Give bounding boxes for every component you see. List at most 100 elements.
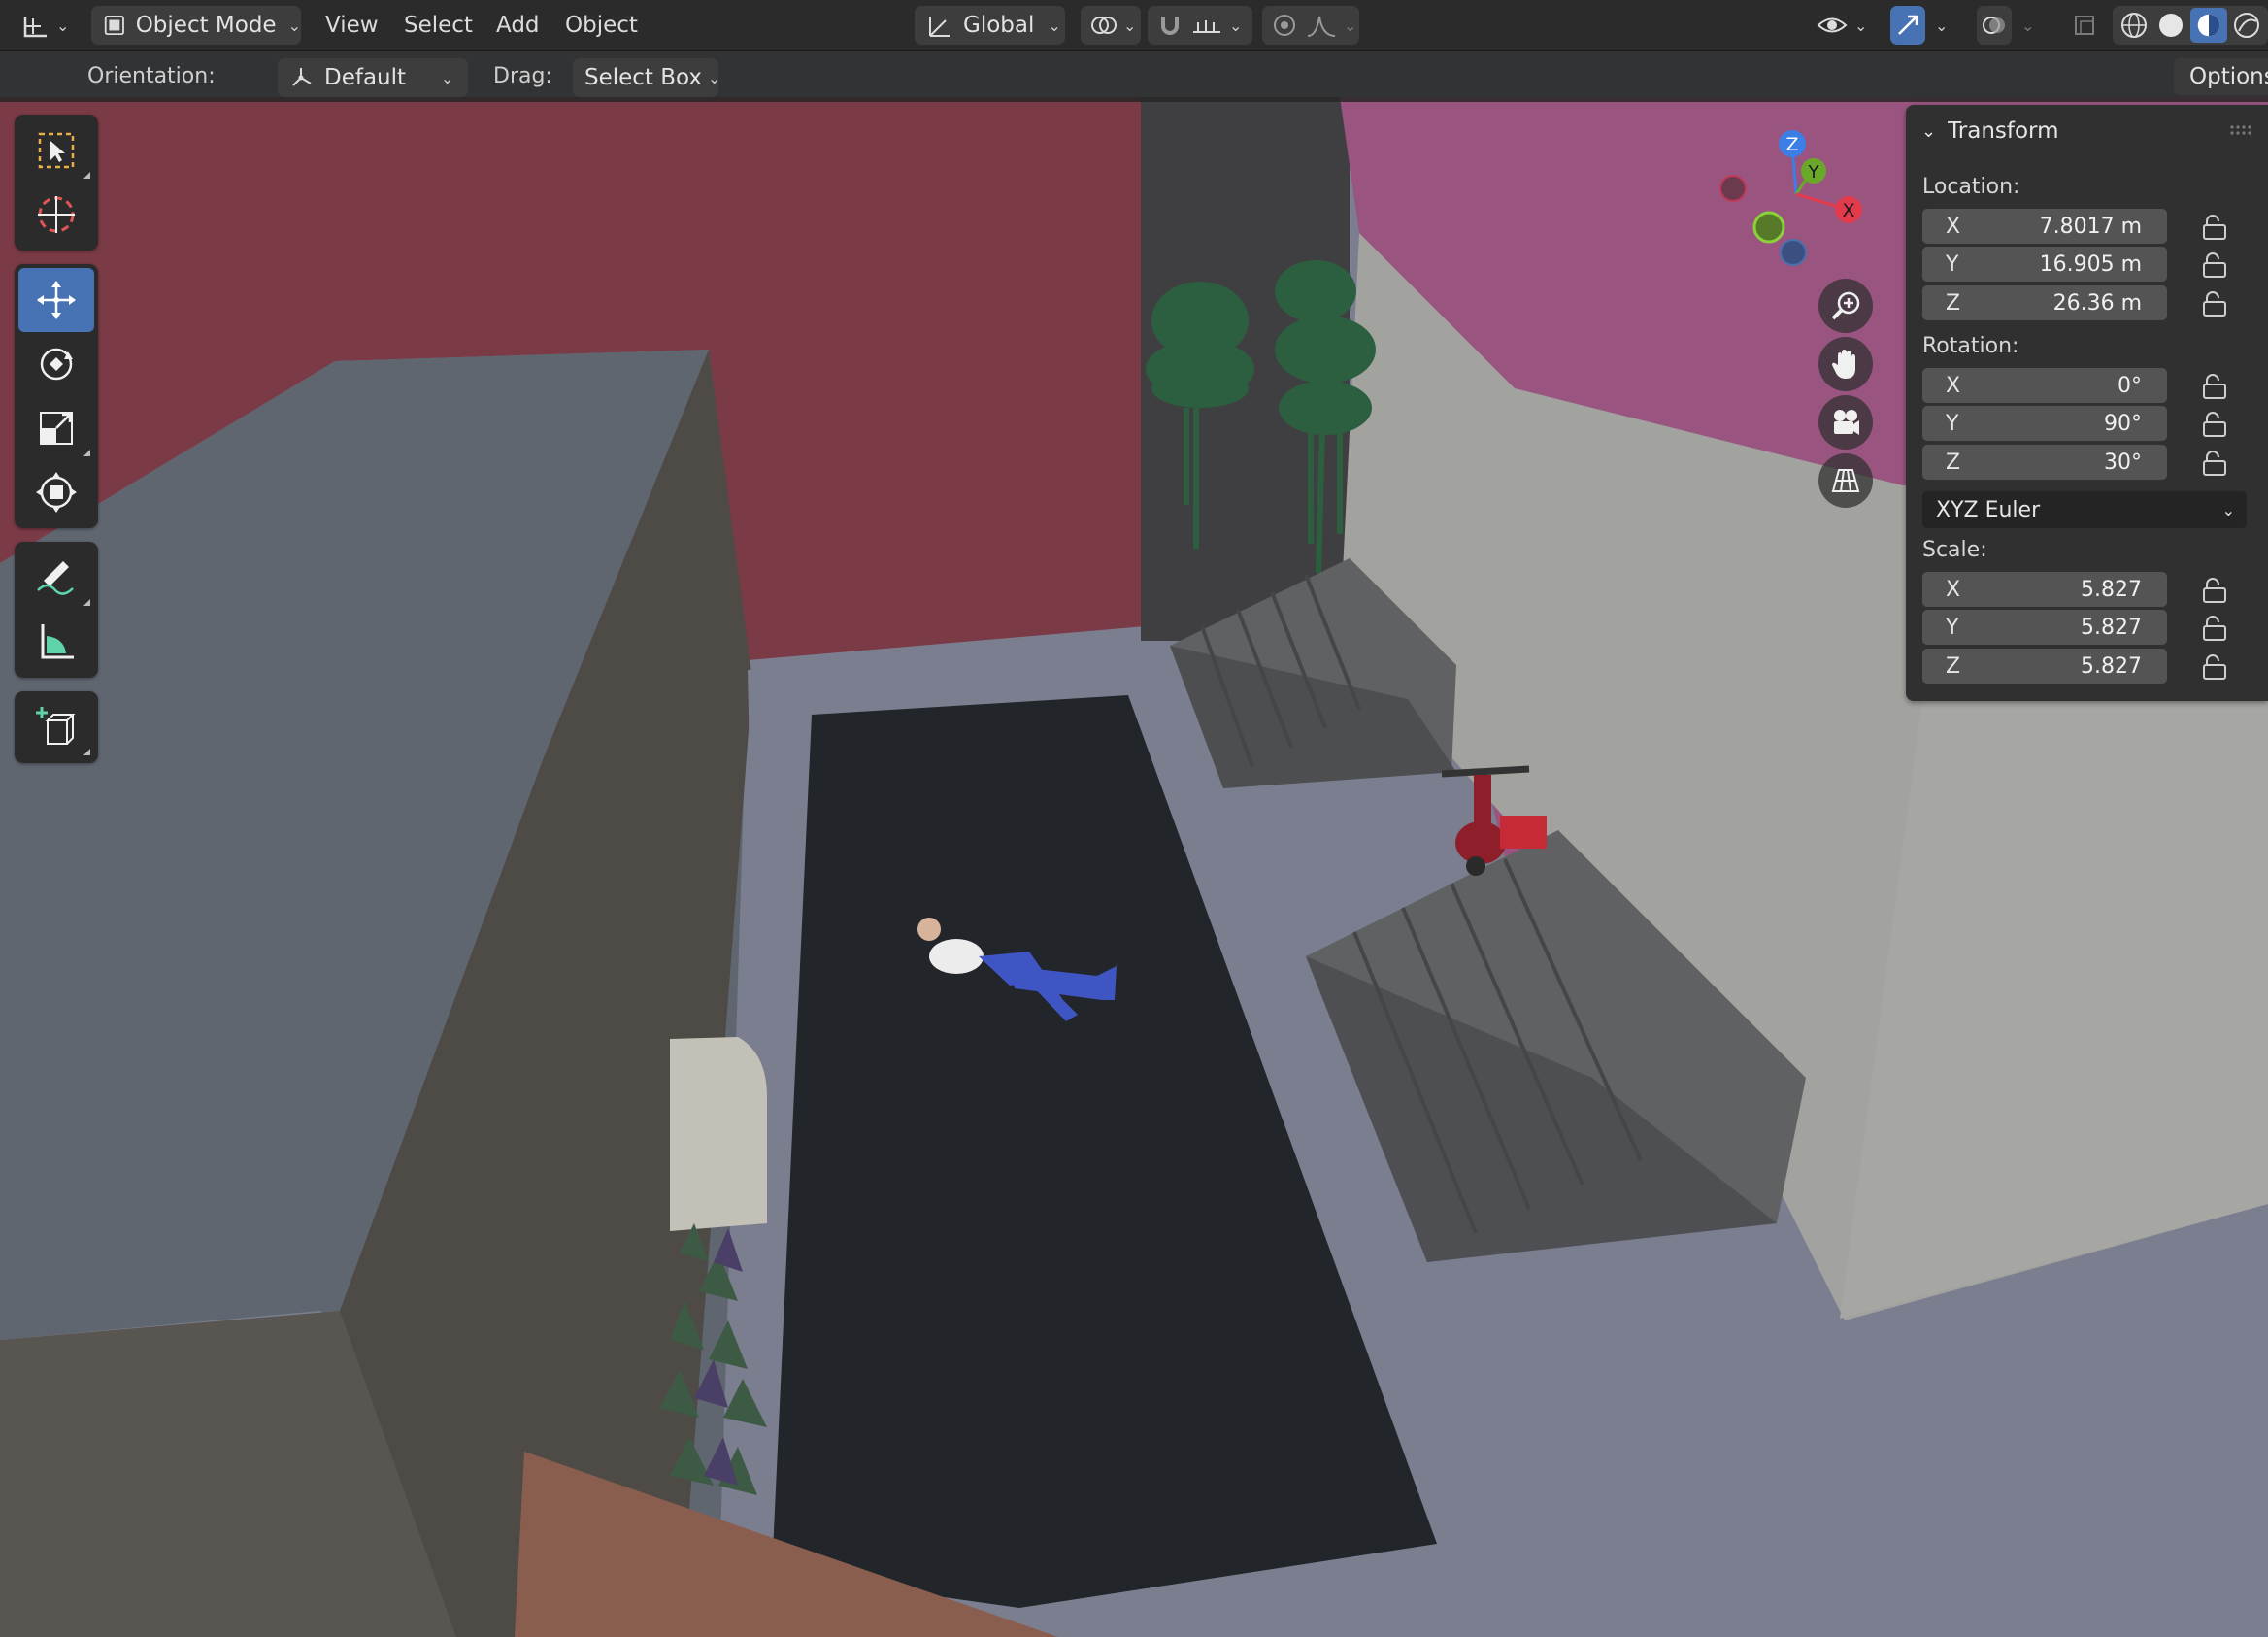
drag-handle-icon[interactable]	[2229, 124, 2251, 138]
rotation-mode-dropdown[interactable]: XYZ Euler ⌄	[1922, 491, 2247, 528]
rendered-shading-icon[interactable]	[2231, 10, 2262, 41]
magnet-icon	[1161, 17, 1179, 35]
perspective-grid-icon	[1831, 469, 1860, 492]
proportional-editing-group[interactable]: ⌄	[1262, 6, 1359, 45]
lock-scale-y-icon[interactable]	[2199, 614, 2228, 643]
lock-location-x-icon[interactable]	[2199, 213, 2228, 242]
chevron-down-icon: ⌄	[1344, 16, 1357, 35]
tool-add-cube[interactable]	[18, 695, 94, 759]
location-x-value: 7.8017 m	[2039, 214, 2142, 239]
axis-label: Z	[1946, 290, 1961, 316]
lock-scale-x-icon[interactable]	[2199, 576, 2228, 605]
location-y-value: 16.905 m	[2039, 251, 2142, 277]
wireframe-shading-icon[interactable]	[2118, 10, 2150, 41]
axis-label: Y	[1946, 615, 1959, 640]
editor-type-button[interactable]: ⌄	[21, 6, 76, 45]
pan-button[interactable]	[1818, 337, 1873, 391]
tool-cursor[interactable]	[18, 183, 94, 247]
orientation-setting-dropdown[interactable]: Default ⌄	[278, 58, 468, 97]
location-z-field[interactable]: Z 26.36 m	[1922, 285, 2167, 320]
axis-label: Y	[1946, 251, 1959, 277]
menu-add[interactable]: Add	[496, 8, 540, 43]
falloff-curve-icon	[1307, 16, 1336, 37]
lock-location-z-icon[interactable]	[2199, 289, 2228, 318]
rotation-z-value: 30°	[2104, 450, 2142, 475]
transform-panel-header[interactable]: ⌄ Transform	[1921, 118, 2059, 144]
options-button[interactable]: Options	[2174, 58, 2268, 95]
rotation-x-field[interactable]: X 0°	[1922, 368, 2167, 403]
scale-z-value: 5.827	[2081, 653, 2142, 679]
scale-x-value: 5.827	[2081, 577, 2142, 602]
tool-settings-bar: Orientation: Default ⌄ Drag: Select Box …	[0, 51, 2268, 102]
gizmo-x-label: X	[1842, 200, 1854, 221]
chevron-down-icon: ⌄	[1229, 16, 1243, 35]
camera-view-button[interactable]	[1818, 395, 1873, 450]
transform-orientation-dropdown[interactable]: Global ⌄	[915, 6, 1065, 45]
axis-label: X	[1946, 214, 1961, 239]
zoom-button[interactable]	[1818, 279, 1873, 333]
sidebar-transform-panel: ⌄ Transform Location: X 7.8017 m Y 16.90…	[1906, 105, 2268, 701]
toolbar-group-select	[15, 115, 98, 251]
overlays-dropdown[interactable]: ⌄	[2016, 6, 2045, 45]
pivot-icon	[1091, 17, 1117, 34]
chevron-down-icon: ⌄	[708, 68, 721, 87]
drag-label: Drag:	[493, 64, 552, 88]
lock-scale-z-icon[interactable]	[2199, 652, 2228, 682]
tool-measure[interactable]	[18, 610, 94, 674]
xray-icon	[2075, 16, 2094, 35]
measure-ruler-icon	[41, 624, 74, 659]
xray-toggle-button[interactable]	[2066, 6, 2103, 45]
chevron-down-icon: ⌄	[1935, 16, 1949, 35]
gizmo-toggle-button[interactable]	[1890, 6, 1925, 45]
lock-rotation-y-icon[interactable]	[2199, 410, 2228, 439]
select-box-icon	[38, 132, 75, 169]
rotation-z-field[interactable]: Z 30°	[1922, 445, 2167, 480]
tool-move[interactable]	[18, 268, 94, 332]
menu-select[interactable]: Select	[404, 8, 473, 43]
lock-rotation-z-icon[interactable]	[2199, 449, 2228, 478]
snap-group[interactable]: ⌄	[1148, 6, 1252, 45]
scale-z-field[interactable]: Z 5.827	[1922, 649, 2167, 684]
drag-dropdown[interactable]: Select Box ⌄	[573, 58, 721, 97]
axis-label: X	[1946, 577, 1961, 602]
rotation-mode-value: XYZ Euler	[1936, 497, 2041, 522]
location-y-field[interactable]: Y 16.905 m	[1922, 247, 2167, 282]
scale-icon	[40, 412, 73, 445]
lock-rotation-x-icon[interactable]	[2199, 372, 2228, 401]
move-icon	[37, 281, 76, 319]
annotate-pencil-icon	[37, 561, 74, 595]
location-z-value: 26.36 m	[2052, 290, 2142, 316]
lock-location-y-icon[interactable]	[2199, 251, 2228, 280]
tool-scale[interactable]	[18, 396, 94, 460]
transform-panel-title: Transform	[1948, 118, 2059, 144]
pivot-point-dropdown[interactable]: ⌄	[1081, 6, 1141, 45]
scale-y-field[interactable]: Y 5.827	[1922, 610, 2167, 645]
chevron-down-icon: ⌄	[56, 16, 70, 35]
rotation-y-field[interactable]: Y 90°	[1922, 406, 2167, 441]
visibility-dropdown[interactable]: ⌄	[1816, 6, 1878, 45]
tool-rotate[interactable]	[18, 332, 94, 396]
solid-shading-icon[interactable]	[2155, 10, 2186, 41]
overlays-toggle-button[interactable]	[1977, 6, 2012, 45]
cursor-icon	[38, 196, 75, 233]
menu-view[interactable]: View	[325, 8, 379, 43]
location-x-field[interactable]: X 7.8017 m	[1922, 209, 2167, 244]
grid-axis-icon	[23, 17, 47, 38]
projection-toggle-button[interactable]	[1818, 453, 1873, 508]
tool-transform[interactable]	[18, 460, 94, 524]
navigation-gizmo[interactable]: Z Y X	[1707, 124, 1872, 280]
shading-mode-group[interactable]	[2113, 6, 2268, 45]
tool-select-box[interactable]	[18, 118, 94, 183]
gizmo-z-label: Z	[1785, 134, 1798, 155]
blender-window: ⌄ Object Mode ⌄ View Select Add Object G…	[0, 0, 2268, 1637]
rotation-label: Rotation:	[1922, 334, 2019, 358]
material-preview-button[interactable]	[2190, 8, 2227, 43]
scale-x-field[interactable]: X 5.827	[1922, 572, 2167, 607]
gizmo-dropdown[interactable]: ⌄	[1929, 6, 1958, 45]
tool-annotate[interactable]	[18, 546, 94, 610]
mode-dropdown[interactable]: Object Mode ⌄	[91, 6, 301, 45]
options-label: Options	[2189, 64, 2268, 89]
mode-label: Object Mode	[135, 13, 277, 38]
drag-value: Select Box	[584, 65, 703, 90]
menu-object[interactable]: Object	[565, 8, 638, 43]
